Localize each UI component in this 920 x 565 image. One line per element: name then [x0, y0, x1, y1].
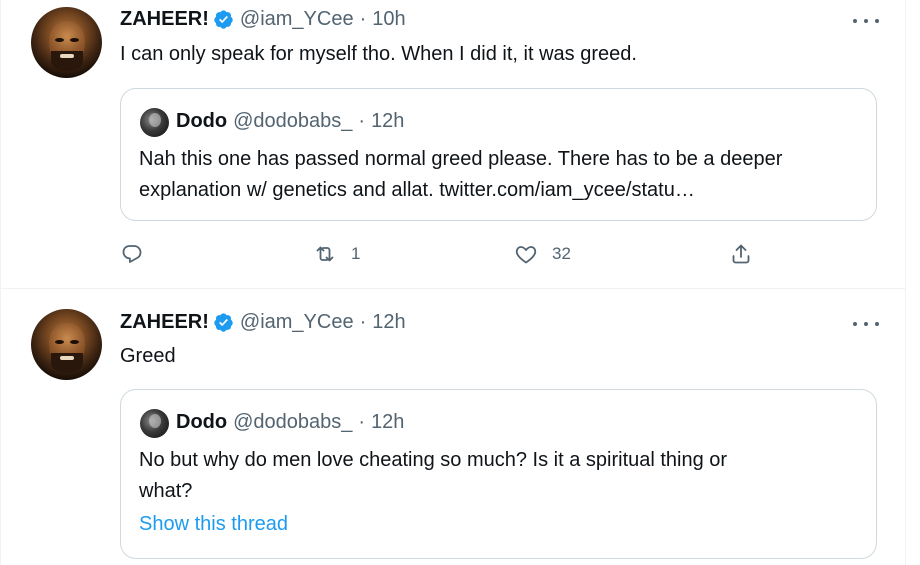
avatar-eye: [55, 340, 64, 344]
avatar-eye: [70, 38, 79, 42]
quoted-author-avatar: [140, 108, 169, 137]
quoted-tweet[interactable]: Dodo @dodobabs_ · 12h No but why do men …: [120, 389, 877, 559]
quoted-author-avatar: [140, 409, 169, 438]
reply-button[interactable]: [120, 242, 158, 266]
quoted-tweet-header: Dodo @dodobabs_ · 12h: [176, 110, 404, 133]
avatar-eye: [55, 38, 64, 42]
avatar-teeth: [60, 356, 74, 360]
share-icon: [732, 244, 750, 264]
show-thread-link[interactable]: Show this thread: [139, 513, 288, 536]
verified-badge-icon: [214, 313, 233, 332]
tweet[interactable]: ZAHEER! @iam_YCee · 10h I can only speak…: [0, 0, 906, 289]
verified-badge-icon: [214, 10, 233, 29]
tweet-actions: 1 32: [120, 242, 760, 272]
quoted-text-line: Nah this one has passed normal greed ple…: [139, 148, 783, 170]
author-name[interactable]: ZAHEER!: [120, 311, 209, 334]
author-handle[interactable]: @iam_YCee: [240, 311, 354, 334]
author-avatar[interactable]: [31, 309, 102, 380]
separator-dot: ·: [358, 110, 366, 132]
separator-dot: ·: [358, 411, 366, 433]
like-button[interactable]: 32: [514, 242, 571, 266]
retweet-count: 1: [351, 244, 361, 263]
retweet-button[interactable]: 1: [313, 242, 360, 266]
quoted-tweet-text: Nah this one has passed normal greed ple…: [139, 144, 858, 206]
tweet[interactable]: ZAHEER! @iam_YCee · 12h Greed Dodo @dodo…: [0, 289, 906, 565]
quoted-tweet[interactable]: Dodo @dodobabs_ · 12h Nah this one has p…: [120, 88, 877, 221]
like-icon: [515, 246, 537, 264]
avatar-eye: [70, 340, 79, 344]
separator-dot: ·: [359, 8, 367, 30]
tweet-time[interactable]: 12h: [372, 311, 405, 334]
quoted-tweet-text: No but why do men love cheating so much?…: [139, 445, 858, 507]
separator-dot: ·: [359, 311, 367, 333]
tweet-header: ZAHEER! @iam_YCee · 12h: [120, 311, 406, 334]
tweet-header: ZAHEER! @iam_YCee · 10h: [120, 8, 406, 31]
avatar-teeth: [60, 54, 74, 58]
reply-icon: [122, 245, 142, 263]
author-avatar[interactable]: [31, 7, 102, 78]
quoted-author-handle: @dodobabs_: [233, 411, 353, 433]
quoted-tweet-header: Dodo @dodobabs_ · 12h: [176, 411, 404, 434]
author-handle[interactable]: @iam_YCee: [240, 8, 354, 31]
like-count: 32: [552, 244, 571, 263]
quoted-tweet-time: 12h: [371, 110, 405, 132]
quoted-author-name: Dodo: [176, 411, 228, 433]
quoted-text-line: No but why do men love cheating so much?…: [139, 449, 728, 471]
tweet-text: I can only speak for myself tho. When I …: [120, 43, 637, 65]
more-icon[interactable]: [853, 314, 879, 334]
author-name[interactable]: ZAHEER!: [120, 8, 209, 31]
more-icon[interactable]: [853, 11, 879, 31]
quoted-text-line: explanation w/ genetics and allat. twitt…: [139, 179, 695, 201]
share-button[interactable]: [729, 242, 753, 266]
quoted-author-name: Dodo: [176, 110, 228, 132]
quoted-author-handle: @dodobabs_: [233, 110, 353, 132]
tweet-text: Greed: [120, 345, 176, 367]
quoted-text-line: what?: [139, 480, 193, 502]
retweet-icon: [316, 246, 334, 262]
quoted-tweet-time: 12h: [371, 411, 405, 433]
tweet-time[interactable]: 10h: [372, 8, 405, 31]
